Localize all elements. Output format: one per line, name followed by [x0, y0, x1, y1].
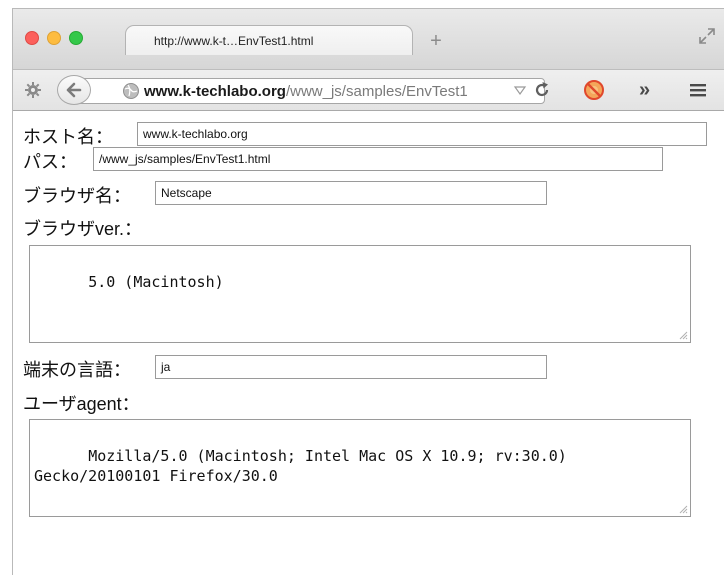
- gear-icon[interactable]: [23, 80, 43, 100]
- close-window-button[interactable]: [25, 31, 39, 45]
- back-arrow-icon: [66, 82, 82, 98]
- url-host: www.k-techlabo.org: [144, 83, 286, 100]
- user-agent-text: Mozilla/5.0 (Macintosh; Intel Mac OS X 1…: [34, 447, 567, 485]
- addon-icon[interactable]: [583, 79, 605, 101]
- tab-title: http://www.k-t…EnvTest1.html: [154, 34, 314, 48]
- browser-version-label: ブラウザver.：: [23, 219, 143, 239]
- browser-name-field[interactable]: Netscape: [155, 181, 547, 205]
- browser-name-label: ブラウザ名：: [23, 186, 131, 206]
- page-content: ホスト名： www.k-techlabo.org パス： /www_js/sam…: [13, 111, 724, 575]
- path-label: パス：: [23, 152, 77, 172]
- language-label: 端末の言語：: [23, 360, 131, 380]
- overflow-button[interactable]: »: [639, 78, 650, 102]
- maximize-window-button[interactable]: [69, 31, 83, 45]
- minimize-window-button[interactable]: [47, 31, 61, 45]
- url-text: www.k-techlabo.org/www_js/samples/EnvTes…: [144, 83, 544, 100]
- resize-grip-icon[interactable]: [678, 504, 688, 514]
- language-field[interactable]: ja: [155, 355, 547, 379]
- reload-icon[interactable]: [533, 81, 551, 99]
- new-tab-button[interactable]: +: [421, 29, 451, 53]
- globe-icon: [123, 83, 139, 99]
- browser-version-textarea[interactable]: 5.0 (Macintosh): [29, 245, 691, 343]
- navigation-toolbar: www.k-techlabo.org/www_js/samples/EnvTes…: [13, 69, 724, 111]
- url-path: /www_js/samples/EnvTest1: [285, 83, 468, 100]
- fullscreen-icon[interactable]: [698, 27, 716, 45]
- resize-grip-icon[interactable]: [678, 330, 688, 340]
- user-agent-label: ユーザagent：: [23, 394, 140, 414]
- host-field[interactable]: www.k-techlabo.org: [137, 122, 707, 146]
- user-agent-textarea[interactable]: Mozilla/5.0 (Macintosh; Intel Mac OS X 1…: [29, 419, 691, 517]
- browser-version-text: 5.0 (Macintosh): [88, 273, 224, 291]
- dropdown-icon[interactable]: [513, 83, 527, 97]
- menu-icon[interactable]: [689, 81, 707, 99]
- tab-bar: http://www.k-t…EnvTest1.html +: [13, 9, 724, 69]
- tab-active[interactable]: http://www.k-t…EnvTest1.html: [125, 25, 413, 55]
- back-button[interactable]: [57, 75, 91, 105]
- browser-window: http://www.k-t…EnvTest1.html + www.k-tec…: [12, 8, 724, 575]
- url-bar[interactable]: www.k-techlabo.org/www_js/samples/EnvTes…: [79, 78, 545, 104]
- path-field[interactable]: /www_js/samples/EnvTest1.html: [93, 147, 663, 171]
- host-label: ホスト名：: [23, 127, 113, 147]
